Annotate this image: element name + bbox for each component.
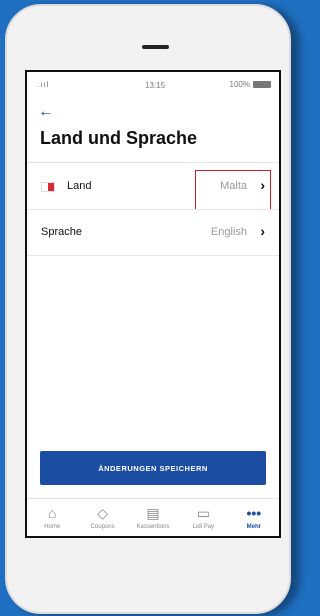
page-title: Land und Sprache — [40, 128, 198, 148]
language-row[interactable]: Sprache English › — [27, 210, 279, 256]
tab-kassenbons[interactable]: ▤ Kassenbons — [128, 499, 178, 536]
malta-flag-icon — [41, 182, 55, 192]
tab-mehr[interactable]: ••• Mehr — [229, 499, 279, 536]
coupon-icon: ◇ — [97, 505, 108, 521]
country-label: Land — [67, 180, 92, 192]
receipt-icon: ▤ — [146, 505, 160, 521]
language-value: English — [210, 226, 247, 238]
home-icon: ⌂ — [47, 505, 57, 521]
tab-label: Home — [44, 524, 61, 530]
battery-indicator: 100% — [230, 80, 271, 89]
chevron-right-icon[interactable]: › — [260, 177, 265, 193]
tab-label: Mehr — [246, 524, 261, 530]
status-time: 13:15 — [145, 81, 166, 90]
save-changes-button[interactable]: ÄNDERUNGEN SPEICHERN — [40, 451, 266, 485]
app-screen: .ııl 13:15 100% ← Land und Sprache Land … — [25, 70, 281, 538]
divider — [27, 255, 279, 256]
bottom-tab-bar: ⌂ Home ◇ Coupons ▤ Kassenbons ▭ Lidl Pay… — [27, 498, 279, 536]
tab-label: Lidl Pay — [192, 524, 215, 530]
divider — [27, 162, 279, 163]
signal-icon: .ııl — [37, 80, 50, 89]
more-icon: ••• — [246, 505, 262, 521]
tab-lidl-pay[interactable]: ▭ Lidl Pay — [178, 499, 228, 536]
tab-coupons[interactable]: ◇ Coupons — [77, 499, 127, 536]
speaker-grille — [142, 45, 169, 49]
battery-icon — [253, 81, 271, 88]
chevron-right-icon[interactable]: › — [260, 223, 265, 239]
battery-percent: 100% — [229, 80, 250, 89]
tab-label: Coupons — [90, 524, 115, 530]
tab-label: Kassenbons — [136, 524, 170, 530]
arrow-left-icon[interactable]: ← — [38, 104, 54, 120]
wallet-icon: ▭ — [196, 505, 211, 521]
country-value: Malta — [220, 180, 247, 192]
language-label: Sprache — [41, 226, 82, 238]
tab-home[interactable]: ⌂ Home — [27, 499, 77, 536]
status-bar: .ııl 13:15 100% — [27, 72, 279, 94]
country-row[interactable]: Land Malta › — [27, 164, 279, 210]
